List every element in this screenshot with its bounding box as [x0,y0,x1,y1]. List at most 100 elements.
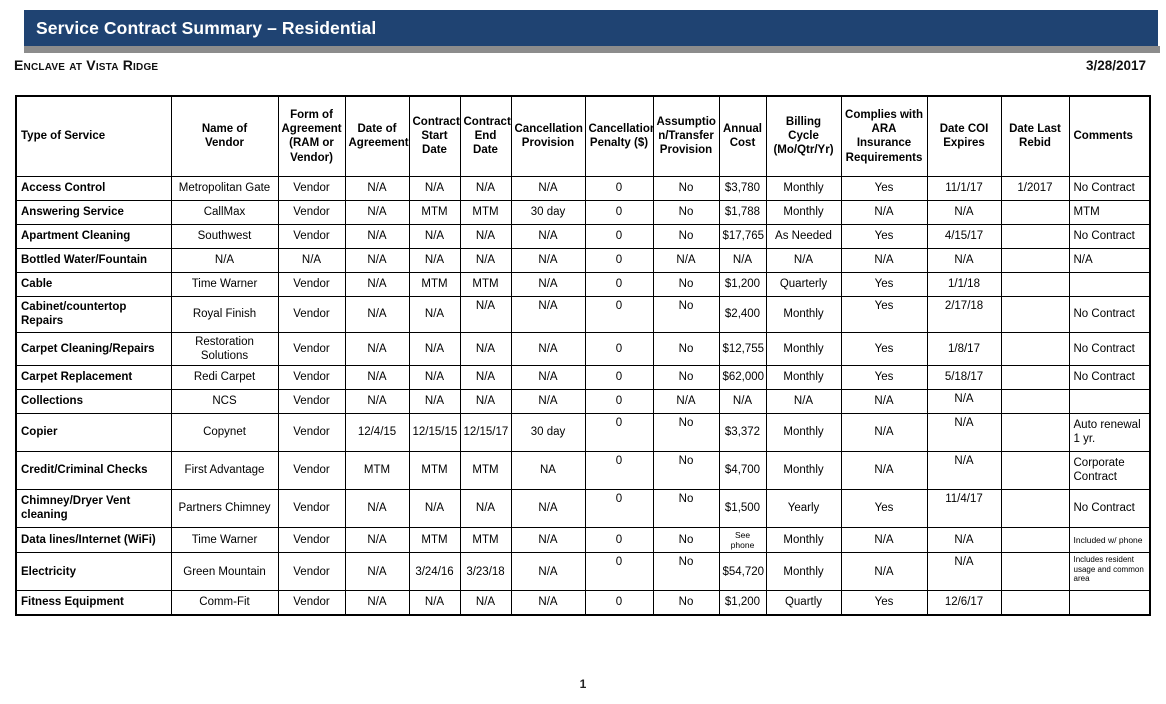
column-header-line: Form of [290,108,333,121]
cell-type-of-service: Carpet Cleaning/Repairs [15,331,172,366]
cell-form-of-agreement: Vendor [277,388,346,414]
cell-comments: No Contract [1068,488,1151,528]
column-header-12: Complies with ARA Insurance Requirements [840,95,928,177]
cell-date-last-rebid [1000,388,1070,414]
cell-comments [1068,388,1151,414]
column-header-line: Billing Cycle [785,115,822,143]
cell-date-of-agreement: N/A [344,271,410,297]
cell-contract-start-date: N/A [408,331,461,366]
cell-name-of-vendor: Southwest [170,223,279,249]
cell-date-last-rebid [1000,526,1070,554]
cell-cancellation-penalty: 0 [584,388,654,414]
cell-cancellation-penalty: 0 [584,450,654,490]
column-header-6: Contract End Date [459,95,512,177]
cell-contract-start-date: 3/24/16 [408,552,461,592]
column-header-9: Assumptio n/Transfer Provision [652,95,720,177]
cell-type-of-service: Data lines/Internet (WiFi) [15,526,172,554]
cell-form-of-agreement: Vendor [277,488,346,528]
cell-contract-end-date: 12/15/17 [459,412,512,452]
cell-name-of-vendor: Royal Finish [170,295,279,333]
cell-cancellation-penalty: 0 [584,552,654,592]
cell-billing-cycle: Monthly [765,364,842,390]
cell-contract-start-date: MTM [408,450,461,490]
cell-complies-with-ara-insurance: N/A [840,552,928,592]
cell-billing-cycle: N/A [765,388,842,414]
cell-assumption-transfer-provision: No [652,295,720,333]
cell-cancellation-penalty: 0 [584,295,654,333]
column-header-1: Type of Service [15,95,172,177]
cell-cancellation-provision: N/A [510,223,586,249]
cell-date-coi-expires: N/A [926,450,1002,490]
cell-contract-start-date: MTM [408,199,461,225]
cell-date-of-agreement: N/A [344,488,410,528]
cell-type-of-service: Access Control [15,175,172,201]
cell-cancellation-provision: N/A [510,295,586,333]
cell-date-coi-expires: 1/1/18 [926,271,1002,297]
cell-comments: Included w/ phone [1068,526,1151,554]
cell-form-of-agreement: Vendor [277,450,346,490]
cell-comments: No Contract [1068,175,1151,201]
column-header-14: Date Last Rebid [1000,95,1070,177]
cell-type-of-service: Copier [15,412,172,452]
cell-assumption-transfer-provision: No [652,364,720,390]
cell-name-of-vendor: Time Warner [170,271,279,297]
table-header: Type of Service Name of Vendor Form of Agree… [15,95,1151,177]
cell-cancellation-provision: 30 day [510,199,586,225]
column-header-line: (RAM or [289,137,334,150]
cell-type-of-service: Fitness Equipment [15,590,172,616]
cell-date-of-agreement: N/A [344,199,410,225]
cell-comments: No Contract [1068,331,1151,366]
cell-cancellation-provision: 30 day [510,412,586,452]
column-header-line: Cancellation [514,122,583,135]
cell-date-last-rebid [1000,331,1070,366]
cell-complies-with-ara-insurance: Yes [840,488,928,528]
cell-cancellation-provision: N/A [510,271,586,297]
cell-name-of-vendor: NCS [170,388,279,414]
document-title: Service Contract Summary – Residential [36,17,377,38]
table-row: Apartment Cleaning Southwest Vendor N/A N/A N… [15,223,1151,249]
cell-assumption-transfer-provision: No [652,412,720,452]
cell-cancellation-provision: N/A [510,364,586,390]
cell-assumption-transfer-provision: No [652,223,720,249]
cell-assumption-transfer-provision: N/A [652,388,720,414]
column-header-line: Cancellation [588,122,653,135]
cell-cancellation-provision: N/A [510,552,586,592]
cell-type-of-service: Collections [15,388,172,414]
cell-date-coi-expires: 1/8/17 [926,331,1002,366]
cell-name-of-vendor: Redi Carpet [170,364,279,390]
cell-contract-end-date: N/A [459,175,512,201]
cell-cancellation-penalty: 0 [584,364,654,390]
column-header-line: Annual [723,122,762,135]
cell-form-of-agreement: Vendor [277,412,346,452]
cell-cancellation-provision: NA [510,450,586,490]
column-header-line: Date [473,144,498,157]
cell-annual-cost: See phone [718,526,767,554]
cell-name-of-vendor: CallMax [170,199,279,225]
cell-comments [1068,271,1151,297]
cell-cancellation-penalty: 0 [584,331,654,366]
cell-date-of-agreement: N/A [344,175,410,201]
cell-contract-end-date: N/A [459,223,512,249]
cell-comments: No Contract [1068,223,1151,249]
cell-cancellation-provision: N/A [510,247,586,273]
cell-billing-cycle: Monthly [765,526,842,554]
cell-date-last-rebid [1000,199,1070,225]
cell-complies-with-ara-insurance: N/A [840,526,928,554]
cell-billing-cycle: Monthly [765,199,842,225]
cell-type-of-service: Carpet Replacement [15,364,172,390]
cell-billing-cycle: Quarterly [765,271,842,297]
column-header-line: Provision [659,144,713,157]
cell-complies-with-ara-insurance: N/A [840,388,928,414]
cell-billing-cycle: Monthly [765,412,842,452]
cell-form-of-agreement: Vendor [277,175,346,201]
cell-annual-cost: $54,720 [718,552,767,592]
cell-date-coi-expires: 5/18/17 [926,364,1002,390]
cell-type-of-service: Bottled Water/Fountain [15,247,172,273]
cell-complies-with-ara-insurance: N/A [840,450,928,490]
cell-date-last-rebid [1000,590,1070,616]
cell-date-of-agreement: MTM [344,450,410,490]
cell-comments [1068,590,1151,616]
service-contracts-table: Type of Service Name of Vendor Form of Agree… [15,95,1151,616]
cell-contract-start-date: N/A [408,364,461,390]
column-header-line: Provision [521,137,575,150]
